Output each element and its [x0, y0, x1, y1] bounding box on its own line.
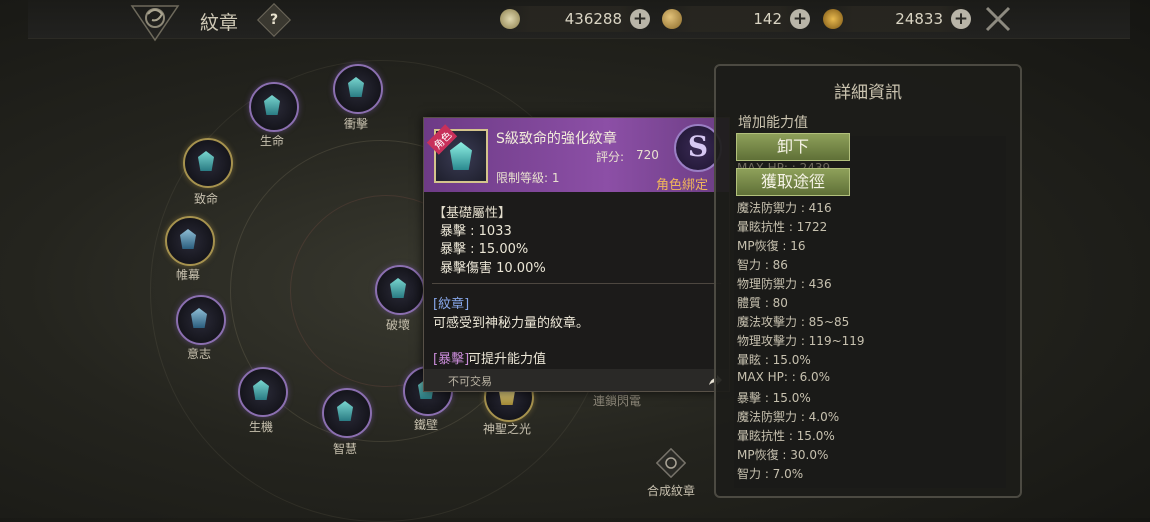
emblem-node-critical[interactable] — [183, 138, 233, 188]
synthesis-icon[interactable] — [656, 448, 686, 478]
node-label: 帷幕 — [175, 268, 200, 282]
item-tooltip: 角色 S級致命的強化紋章 評分: 720 限制等級: 1 S 角色綁定 【基礎屬… — [423, 117, 730, 392]
obtain-route-button[interactable]: 獲取途徑 — [736, 168, 850, 196]
crit-description: 可提升能力值 — [468, 352, 547, 367]
currency-gold: 24833 + — [823, 6, 971, 32]
stat-line: 暈眩抗性 : 15.0% — [737, 429, 835, 443]
question-mark-icon: ? — [269, 12, 279, 28]
stat-line: MP恢復 : 16 — [737, 239, 806, 253]
node-label: 衝擊 — [343, 117, 368, 131]
emblem-node-impact[interactable] — [333, 64, 383, 114]
stat-line: 物理防禦力 : 436 — [737, 277, 832, 291]
base-stat: 暴擊 : 15.00% — [440, 242, 529, 257]
stat-line: 暴擊 : 15.0% — [737, 391, 811, 405]
stat-line: 智力 : 7.0% — [737, 467, 804, 481]
emblem-node-wisdom[interactable] — [322, 388, 372, 438]
item-name: S級致命的強化紋章 — [496, 131, 617, 147]
stat-line: 魔法防禦力 : 4.0% — [737, 410, 840, 424]
tooltip-footer: 不可交易 — [424, 369, 729, 391]
stat-line: MAX HP: : 6.0% — [737, 370, 831, 384]
node-label: 智慧 — [332, 442, 357, 456]
base-stat: 暴擊 : 1033 — [440, 224, 512, 239]
page-title: 紋章 — [200, 12, 239, 34]
emblem-node-destruction[interactable] — [375, 265, 425, 315]
base-stat: 暴擊傷害 10.00% — [440, 261, 546, 276]
stat-line: 魔法防禦力 : 416 — [737, 201, 832, 215]
score-value: 720 — [636, 148, 659, 162]
emblem-node-veil[interactable] — [165, 216, 215, 266]
add-gold-button[interactable]: + — [951, 9, 971, 29]
emblem-node-will[interactable] — [176, 295, 226, 345]
stat-line: MP恢復 : 30.0% — [737, 448, 829, 462]
node-label: 鐵壁 — [413, 418, 438, 432]
stat-line: 物理攻擊力 : 119~119 — [737, 334, 865, 348]
synthesis-button[interactable]: 合成紋章 — [636, 482, 706, 499]
stat-line: 體質 : 80 — [737, 296, 788, 310]
stat-line: 暈眩抗性 : 1722 — [737, 220, 828, 234]
untradeable-label: 不可交易 — [448, 375, 492, 388]
level-requirement: 限制等級: 1 — [496, 171, 560, 185]
node-label: 神聖之光 — [482, 422, 531, 436]
swirl-coin-icon — [500, 9, 520, 29]
currency-swirl: 436288 + — [500, 6, 650, 32]
unequip-button[interactable]: 卸下 — [736, 133, 850, 161]
stat-line: 魔法攻擊力 : 85~85 — [737, 315, 850, 329]
score-label: 評分: — [596, 150, 625, 164]
add-swirl-button[interactable]: + — [630, 9, 650, 29]
detail-title: 詳細資訊 — [834, 83, 902, 103]
divider — [432, 283, 721, 284]
emblem-node-life[interactable] — [249, 82, 299, 132]
node-label: 致命 — [193, 192, 218, 206]
stat-line: 智力 : 86 — [737, 258, 788, 272]
emblem-tag: [紋章] — [433, 297, 470, 312]
coin-bag-icon — [662, 9, 682, 29]
node-label: 意志 — [186, 347, 211, 361]
currency-bag: 142 + — [662, 6, 810, 32]
detail-subtitle: 增加能力值 — [738, 115, 808, 131]
crit-tag: [暴擊] — [433, 352, 470, 367]
node-label: 生機 — [248, 420, 273, 434]
bound-badge: 角色綁定 — [656, 178, 709, 193]
node-label: 連鎖閃電 — [592, 394, 641, 408]
currency-value: 436288 — [564, 10, 622, 28]
emblem-node-vitality[interactable] — [238, 367, 288, 417]
dragon-emblem-icon — [130, 5, 180, 42]
gold-coin-icon — [823, 9, 843, 29]
stat-line: 暈眩 : 15.0% — [737, 353, 811, 367]
currency-value: 142 — [753, 10, 782, 28]
add-bag-button[interactable]: + — [790, 9, 810, 29]
detail-panel: 詳細資訊 增加能力值 MAX HP: : 2439 魔法防禦力 : 416 暈眩… — [714, 64, 1022, 498]
close-icon[interactable] — [984, 5, 1012, 33]
currency-value: 24833 — [895, 10, 943, 28]
base-stats-heading: 【基礎屬性】 — [433, 206, 512, 221]
node-label: 生命 — [259, 134, 284, 148]
emblem-description: 可感受到神秘力量的紋章。 — [433, 316, 590, 331]
